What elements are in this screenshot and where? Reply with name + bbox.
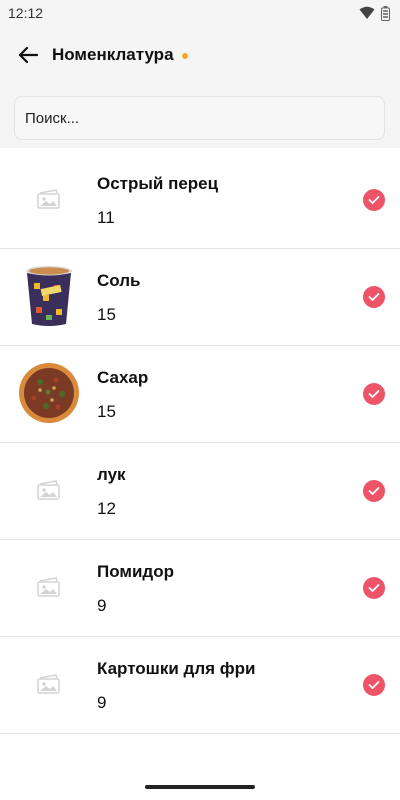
items-list: Острый перец 11 Соль 15 Сахар 15 лук 12 … [0, 152, 400, 734]
item-quantity: 11 [97, 208, 115, 227]
item-quantity: 15 [97, 402, 116, 421]
search-area [0, 84, 400, 148]
unsaved-indicator-dot [181, 53, 188, 59]
item-quantity: 9 [97, 596, 107, 615]
check-icon[interactable] [363, 189, 385, 211]
list-item[interactable]: Острый перец 11 [0, 152, 400, 249]
image-placeholder-icon [18, 653, 80, 715]
status-time: 12:12 [8, 5, 44, 21]
item-name: Сахар [97, 368, 149, 387]
check-icon[interactable] [363, 577, 385, 599]
pizza-image [18, 362, 80, 424]
item-quantity: 9 [97, 693, 107, 712]
item-name: Помидор [97, 562, 174, 581]
search-input[interactable] [14, 96, 385, 140]
check-icon[interactable] [363, 383, 385, 405]
list-item[interactable]: Соль 15 [0, 249, 400, 346]
arrow-back-icon [18, 46, 38, 64]
coffee-cup-image [18, 265, 80, 327]
list-item[interactable]: Сахар 15 [0, 346, 400, 443]
image-placeholder-icon [18, 168, 80, 230]
wifi-icon [359, 6, 375, 19]
page-title: Номенклатура [52, 45, 174, 64]
image-placeholder-icon [18, 459, 80, 521]
item-name: Острый перец [97, 174, 219, 193]
item-name: Соль [97, 271, 141, 290]
status-icons [359, 5, 390, 21]
list-item[interactable]: лук 12 [0, 443, 400, 540]
navigation-bar [0, 772, 400, 800]
item-quantity: 15 [97, 305, 116, 324]
list-item[interactable]: Картошки для фри 9 [0, 637, 400, 734]
item-name: лук [97, 465, 126, 484]
check-icon[interactable] [363, 480, 385, 502]
app-bar: Номенклатура [0, 26, 400, 84]
image-placeholder-icon [18, 556, 80, 618]
status-bar: 12:12 [0, 0, 400, 26]
home-indicator[interactable] [145, 785, 255, 789]
battery-icon [381, 5, 390, 21]
item-name: Картошки для фри [97, 659, 256, 678]
check-icon[interactable] [363, 286, 385, 308]
list-item[interactable]: Помидор 9 [0, 540, 400, 637]
check-icon[interactable] [363, 674, 385, 696]
item-quantity: 12 [97, 499, 116, 518]
back-button[interactable] [14, 41, 42, 69]
